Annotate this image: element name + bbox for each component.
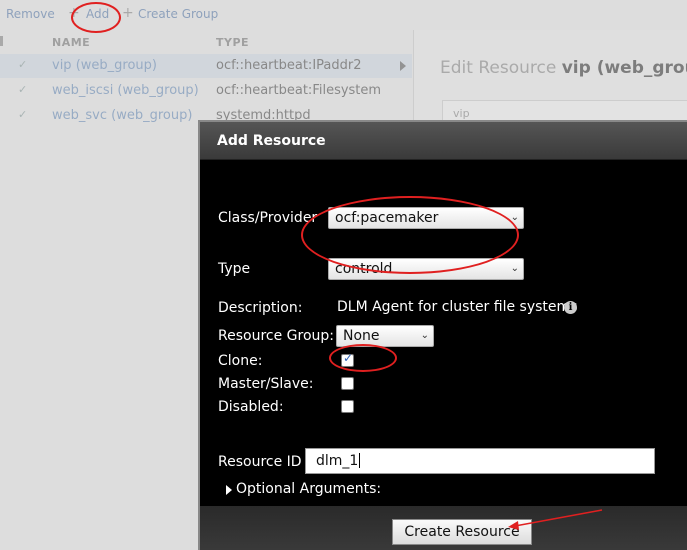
dialog-footer: Create Resource xyxy=(200,506,687,550)
class-provider-label: Class/Provider xyxy=(218,210,318,226)
optional-arguments-toggle[interactable]: Optional Arguments: xyxy=(236,481,381,497)
type-label: Type xyxy=(218,261,251,277)
create-resource-button[interactable]: Create Resource xyxy=(392,519,532,545)
info-icon[interactable]: i xyxy=(564,301,577,314)
annotation-ellipse-class-type xyxy=(301,196,519,274)
resource-id-value: dlm_1 xyxy=(316,453,359,469)
disclosure-triangle-icon[interactable] xyxy=(226,485,232,495)
disabled-checkbox[interactable] xyxy=(341,400,354,413)
annotation-circle-clone xyxy=(329,344,397,372)
master-slave-checkbox[interactable] xyxy=(341,377,354,390)
dropdown-caret-icon: ⌄ xyxy=(420,330,429,341)
description-label: Description: xyxy=(218,300,303,316)
master-slave-label: Master/Slave: xyxy=(218,376,314,392)
resource-group-value: None xyxy=(343,328,380,344)
add-resource-dialog: Add Resource Class/Provider ocf:pacemake… xyxy=(198,120,687,550)
clone-label: Clone: xyxy=(218,353,263,369)
text-cursor xyxy=(359,453,361,468)
resource-group-select[interactable]: None ⌄ xyxy=(336,325,434,347)
dialog-header: Add Resource xyxy=(200,122,687,160)
annotation-circle-add xyxy=(71,2,121,33)
resource-group-label: Resource Group: xyxy=(218,328,334,344)
disabled-label: Disabled: xyxy=(218,399,284,415)
dropdown-caret-icon: ⌄ xyxy=(510,263,519,274)
description-value: DLM Agent for cluster file systems xyxy=(337,299,578,315)
resource-id-label: Resource ID xyxy=(218,454,302,470)
dialog-title: Add Resource xyxy=(217,133,326,149)
resource-id-input[interactable]: dlm_1 xyxy=(305,448,655,474)
